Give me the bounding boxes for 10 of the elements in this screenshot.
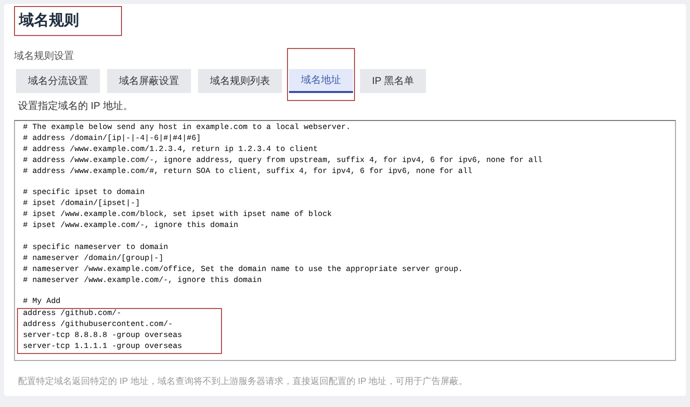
tab[interactable]: IP 黑名单 xyxy=(360,69,426,93)
tab[interactable]: 域名屏蔽设置 xyxy=(107,69,191,93)
section-label: 域名规则设置 xyxy=(14,50,75,64)
page-title: 域名规则 xyxy=(14,6,122,36)
tab[interactable]: 域名规则列表 xyxy=(198,69,282,93)
tab[interactable]: 域名分流设置 xyxy=(16,69,100,93)
description: 设置指定域名的 IP 地址。 xyxy=(18,100,134,114)
code-editor[interactable] xyxy=(14,120,676,361)
hint-text: 配置特定域名返回特定的 IP 地址，域名查询将不到上游服务器请求，直接返回配置的 IP 地址，可用于广告屏蔽。 xyxy=(18,374,469,388)
tab[interactable]: 域名地址 xyxy=(289,69,353,93)
